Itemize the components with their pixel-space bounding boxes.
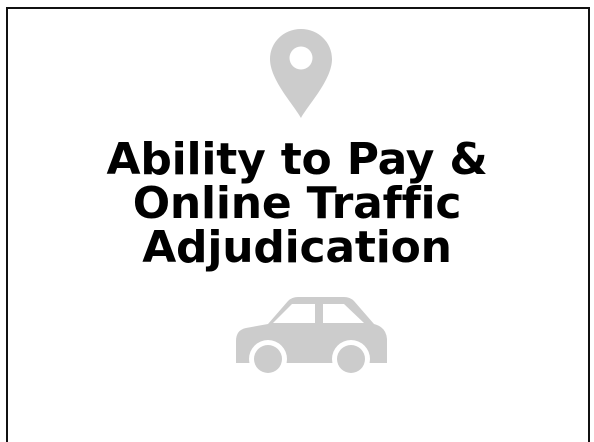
title-line-2: Online Traffic — [132, 178, 462, 229]
title-line-1: Ability to Pay & — [106, 134, 488, 185]
title-line-3: Adjudication — [142, 222, 452, 273]
car-icon — [236, 297, 387, 378]
tile-title: Ability to Pay & Online Traffic Adjudica… — [0, 138, 594, 270]
location-pin-icon — [270, 29, 332, 118]
